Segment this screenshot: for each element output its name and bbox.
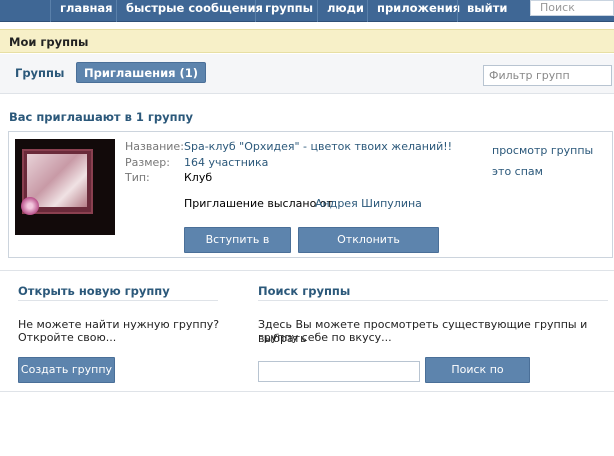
report-spam-link[interactable]: это спам <box>492 165 543 178</box>
top-navigation: главная быстрые сообщения группы люди пр… <box>0 0 614 22</box>
search-group-underline <box>258 300 608 301</box>
search-group-text-2: группу себе по вкусу... <box>258 331 392 344</box>
group-name-link[interactable]: Spa-клуб "Орхидея" - цветок твоих желани… <box>184 140 452 153</box>
page-title: Мои группы <box>9 35 89 49</box>
nav-logout[interactable]: выйти <box>457 0 516 22</box>
page-title-bar: Мои группы <box>0 29 614 53</box>
bottom-divider <box>0 391 614 392</box>
group-size-link[interactable]: 164 участника <box>184 156 268 169</box>
nav-apps[interactable]: приложения <box>367 0 469 22</box>
orchid-flower-icon <box>21 197 39 215</box>
nav-groups[interactable]: группы <box>255 0 322 22</box>
group-thumbnail[interactable] <box>15 139 115 235</box>
section-divider <box>0 270 614 271</box>
inviter-link[interactable]: Андрея Шипулина <box>315 197 422 210</box>
create-group-underline <box>18 300 218 301</box>
decline-invite-button[interactable]: Отклонить приглашение <box>298 227 439 270</box>
nav-quick-messages[interactable]: быстрые сообщения <box>116 0 272 22</box>
search-group-title: Поиск группы <box>258 284 351 298</box>
create-group-button[interactable]: Создать группу <box>18 357 115 383</box>
type-label: Тип: <box>125 171 150 184</box>
tab-invitations[interactable]: Приглашения (1) <box>76 62 207 83</box>
size-label: Размер: <box>125 156 170 169</box>
view-group-link[interactable]: просмотр группы <box>492 144 593 157</box>
tab-groups[interactable]: Группы <box>15 66 64 80</box>
join-group-button[interactable]: Вступить в группу <box>184 227 291 270</box>
create-group-title: Открыть новую группу <box>18 284 170 298</box>
nav-home[interactable]: главная <box>50 0 122 22</box>
top-search-input[interactable]: Поиск <box>530 0 614 16</box>
name-label: Название: <box>125 140 184 153</box>
create-group-text-1: Не можете найти нужную группу? <box>18 318 220 331</box>
group-search-input[interactable] <box>258 361 420 382</box>
nav-lead-spacer <box>0 0 50 22</box>
group-type-value: Клуб <box>184 171 213 184</box>
create-group-text-2: Откройте свою... <box>18 331 117 344</box>
invites-header: Вас приглашают в 1 группу <box>9 110 194 124</box>
search-groups-button[interactable]: Поиск по группам <box>425 357 530 400</box>
invite-sent-by-text: Приглашение выслано от <box>184 197 333 210</box>
group-filter-input[interactable]: Фильтр групп <box>483 65 612 86</box>
nav-people[interactable]: люди <box>317 0 373 22</box>
